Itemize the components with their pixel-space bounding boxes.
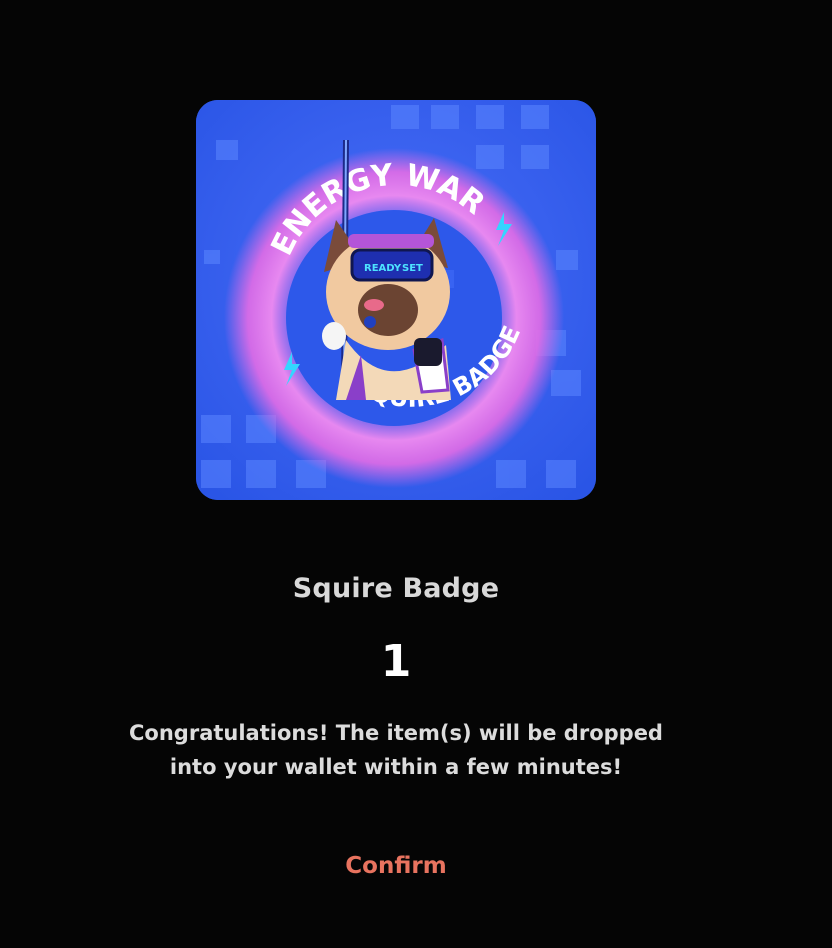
message-line-1: Congratulations! The item(s) will be dro…	[129, 721, 663, 745]
confirm-button[interactable]: Confirm	[316, 845, 476, 887]
cat-character: READY SET	[322, 218, 451, 400]
congratulations-message: Congratulations! The item(s) will be dro…	[0, 716, 792, 784]
reward-modal: ENERGY WAR SQUIRE BADGE READY SET	[0, 0, 832, 948]
message-line-2: into your wallet within a few minutes!	[169, 755, 623, 779]
squire-badge-image: ENERGY WAR SQUIRE BADGE READY SET	[196, 100, 596, 500]
badge-artwork: ENERGY WAR SQUIRE BADGE READY SET	[196, 100, 596, 500]
goggles-right-text: SET	[402, 263, 423, 274]
item-name: Squire Badge	[292, 573, 500, 604]
goggles-left-text: READY	[364, 263, 402, 274]
item-quantity: 1	[380, 636, 412, 687]
